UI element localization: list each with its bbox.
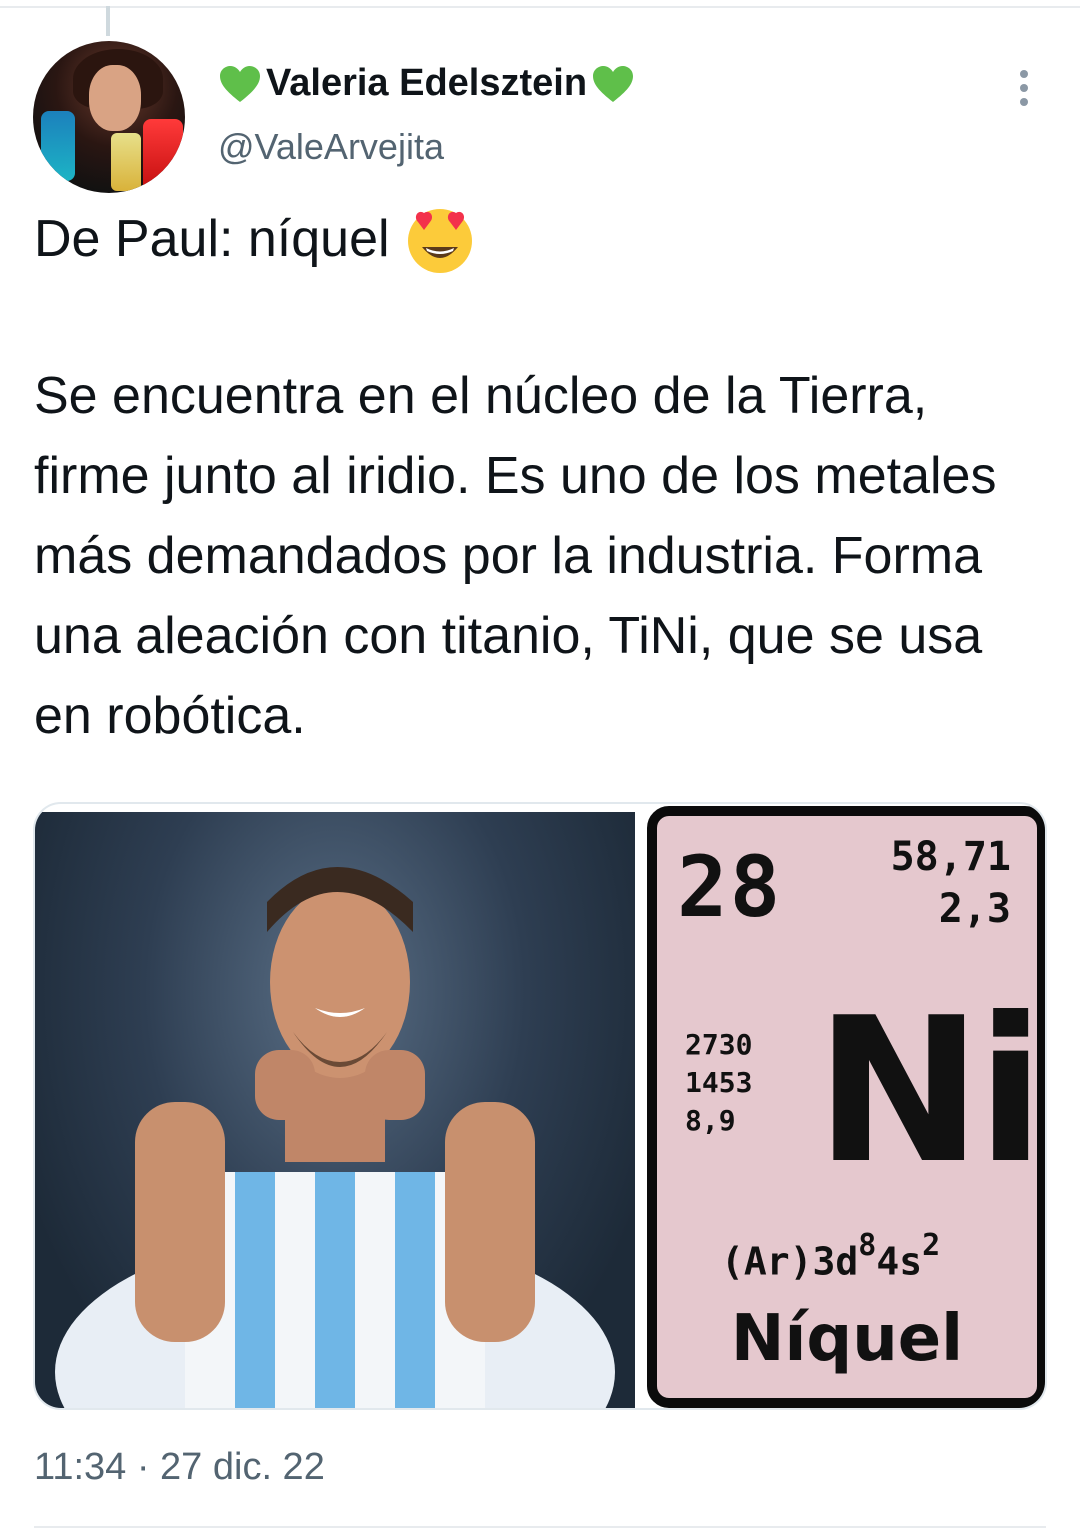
author-display-name: Valeria Edelsztein	[266, 62, 588, 104]
media-grid: 28 58,71 2,3 2730 1453 8,9 Ni (Ar)3d84s2…	[33, 802, 1047, 1410]
element-name: Níquel	[730, 1302, 964, 1376]
electronegativity: 2,3	[938, 886, 1011, 932]
melting-point: 1453	[685, 1066, 753, 1099]
tweet-timestamp[interactable]: 11:34 · 27 dic. 22	[34, 1446, 325, 1489]
element-properties: 2730 1453 8,9	[685, 1026, 752, 1140]
periodic-element-card[interactable]: 28 58,71 2,3 2730 1453 8,9 Ni (Ar)3d84s2…	[647, 806, 1045, 1408]
avatar[interactable]	[33, 41, 185, 193]
thread-connector	[106, 6, 110, 36]
tweet-text-paragraph: Se encuentra en el núcleo de la Tierra, …	[34, 367, 997, 745]
element-symbol: Ni	[815, 975, 1045, 1208]
atomic-number: 28	[677, 838, 783, 936]
football-player-photo[interactable]	[35, 812, 635, 1408]
author-handle[interactable]: @ValeArvejita	[218, 126, 444, 168]
density: 8,9	[685, 1104, 736, 1137]
atomic-mass: 58,71	[890, 834, 1011, 880]
tweet-text: De Paul: níquel Se encuentra en el núcle…	[34, 204, 1054, 756]
electron-configuration: (Ar)3d84s2	[721, 1228, 941, 1284]
boiling-point: 2730	[685, 1028, 753, 1061]
bottom-divider	[34, 1526, 1046, 1528]
tweet-text-line1: De Paul: níquel	[34, 210, 390, 268]
author-name[interactable]: Valeria Edelsztein	[218, 62, 635, 105]
green-heart-icon	[593, 65, 634, 102]
green-heart-icon	[220, 65, 260, 102]
player-illustration	[55, 867, 615, 1408]
smiling-face-with-heart-eyes-icon	[407, 209, 472, 273]
top-divider	[0, 6, 1080, 8]
more-options-icon[interactable]	[1008, 66, 1040, 110]
